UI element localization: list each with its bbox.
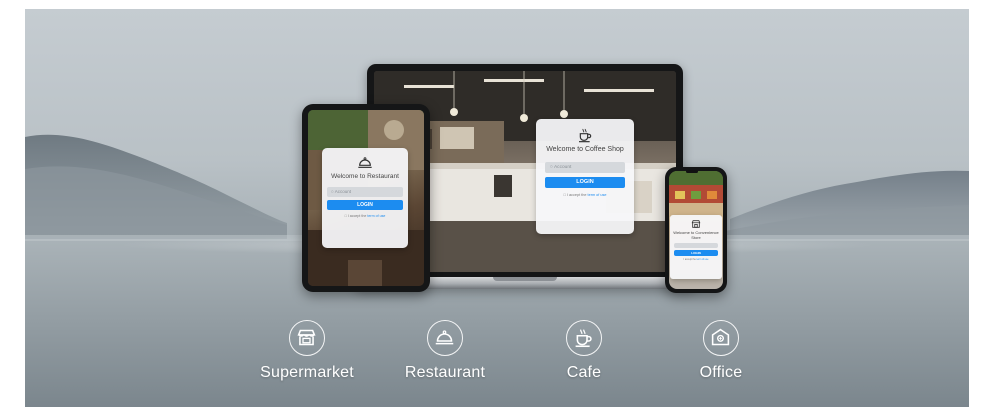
category-icon-ring xyxy=(427,320,463,356)
hero-banner: Welcome to Coffee Shop ○ Account LOGIN □… xyxy=(25,9,969,407)
terms-prefix: I accept the xyxy=(347,214,367,219)
user-icon: ○ xyxy=(550,165,553,171)
login-button[interactable]: LOGIN xyxy=(674,250,718,257)
office-building-icon xyxy=(711,328,730,346)
terms-link[interactable]: term of use xyxy=(367,214,385,218)
category-icon-ring xyxy=(289,320,325,356)
login-button[interactable]: LOGIN xyxy=(327,200,403,211)
terms-prefix: I accept the xyxy=(683,258,696,262)
terms-row: □ I accept the term of use xyxy=(322,214,408,218)
category-cafe[interactable]: Cafe xyxy=(522,320,646,382)
category-office[interactable]: Office xyxy=(659,320,783,382)
convenience-store-login-card: Welcome to Convenience Store LOGIN I acc… xyxy=(670,215,722,279)
coffee-cup-icon xyxy=(575,329,592,348)
category-label: Supermarket xyxy=(260,364,354,381)
category-supermarket[interactable]: Supermarket xyxy=(245,320,369,382)
welcome-title: Welcome to Coffee Shop xyxy=(546,146,624,153)
welcome-title: Welcome to Restaurant xyxy=(331,173,399,180)
restaurant-login-card: Welcome to Restaurant ○ Account LOGIN □ … xyxy=(322,148,408,248)
account-input[interactable] xyxy=(674,243,718,249)
terms-row: I accept the term of use xyxy=(670,258,722,261)
coffee-cup-icon xyxy=(579,128,592,143)
user-icon: ○ xyxy=(331,189,334,195)
welcome-title: Welcome to Convenience Store xyxy=(673,230,719,240)
category-label: Cafe xyxy=(566,364,602,381)
category-label: Office xyxy=(699,364,743,381)
category-icon-ring xyxy=(703,320,739,356)
terms-link[interactable]: term of use xyxy=(588,193,607,197)
category-restaurant[interactable]: Restaurant xyxy=(383,320,507,382)
category-label: Restaurant xyxy=(404,364,486,381)
laptop-hinge-notch xyxy=(493,277,557,281)
account-placeholder: Account xyxy=(334,189,351,195)
cloche-icon xyxy=(435,330,454,345)
terms-prefix: I accept the xyxy=(566,193,587,198)
phone-camera-notch xyxy=(686,170,698,173)
cloche-icon xyxy=(358,157,372,168)
login-button[interactable]: LOGIN xyxy=(545,177,625,189)
account-input[interactable]: ○ Account xyxy=(545,162,625,174)
coffee-shop-login-card: Welcome to Coffee Shop ○ Account LOGIN □… xyxy=(536,119,634,234)
storefront-icon xyxy=(297,329,316,346)
storefront-icon xyxy=(691,220,701,228)
category-icon-ring xyxy=(566,320,602,356)
account-placeholder: Account xyxy=(553,165,572,171)
account-input[interactable]: ○ Account xyxy=(327,187,403,198)
terms-checkbox[interactable]: □ xyxy=(563,193,565,197)
terms-checkbox[interactable]: □ xyxy=(345,214,347,218)
terms-link[interactable]: term of use xyxy=(697,258,709,261)
terms-row: □ I accept the term of use xyxy=(536,193,634,197)
